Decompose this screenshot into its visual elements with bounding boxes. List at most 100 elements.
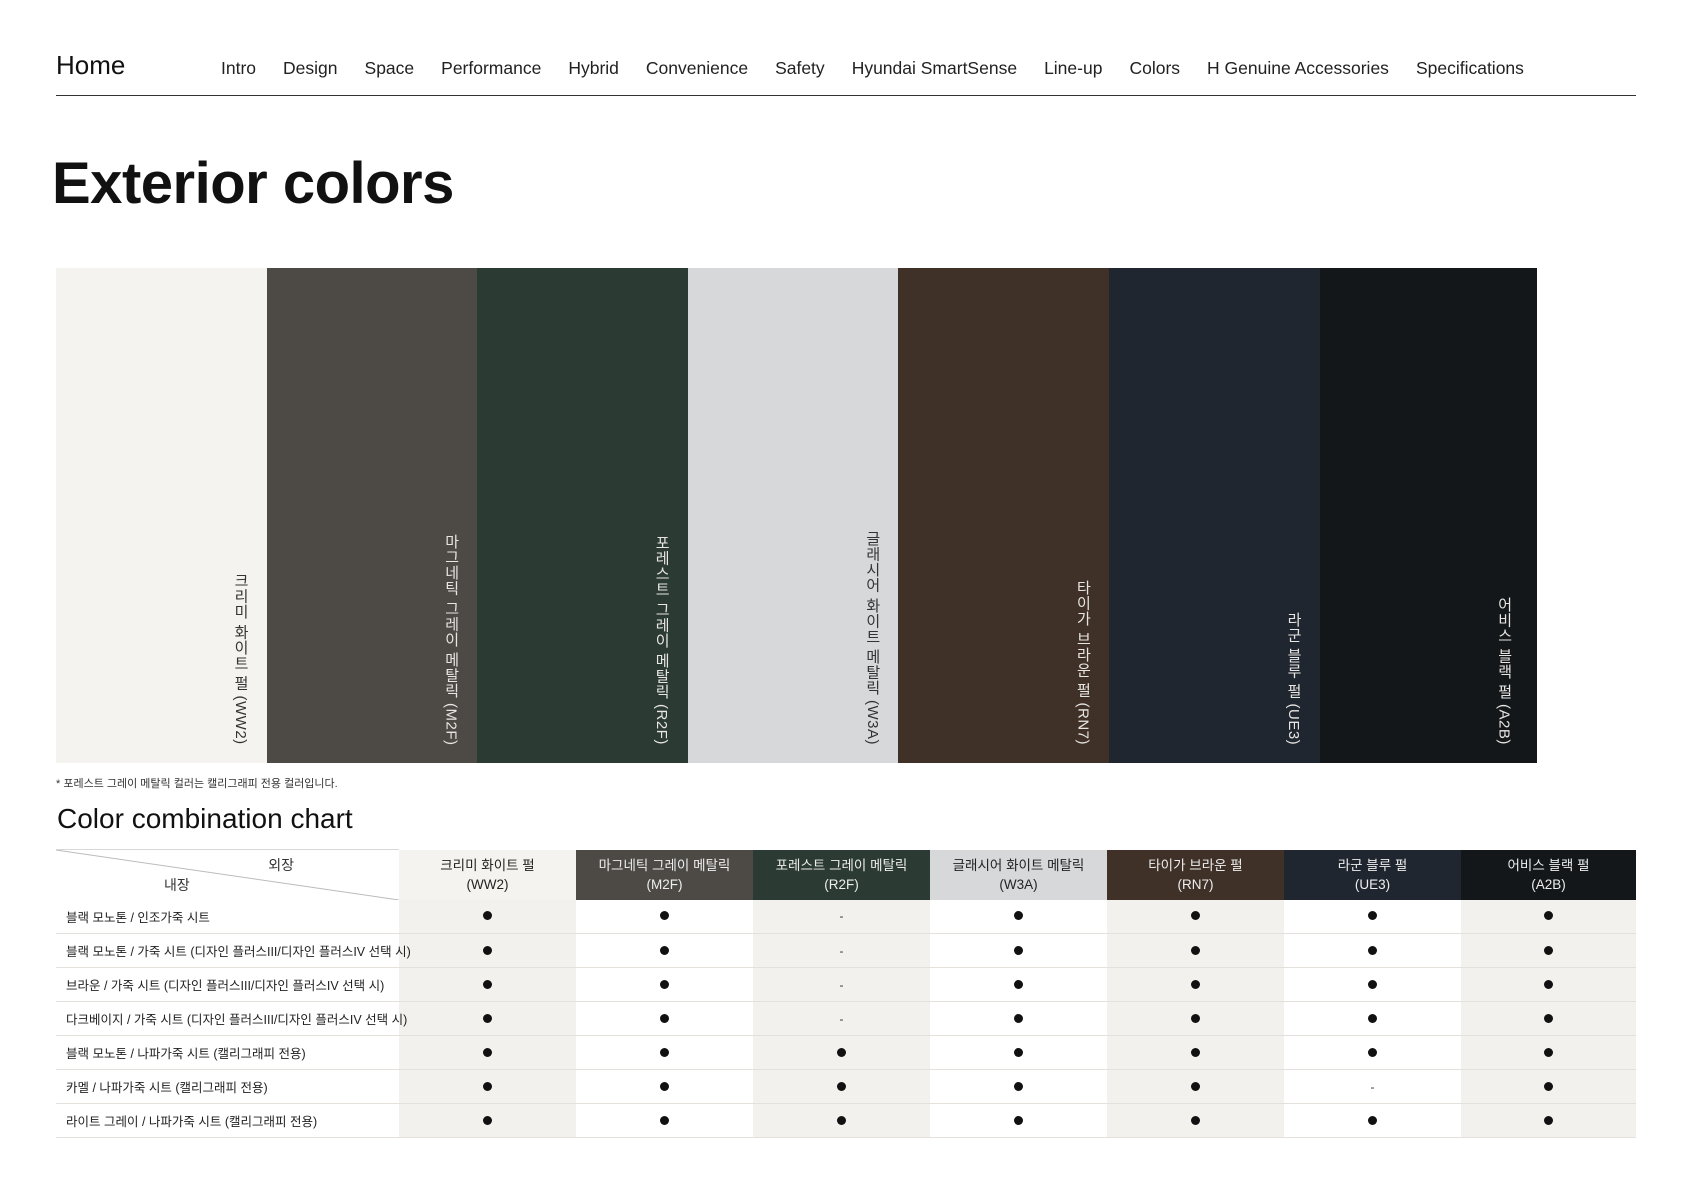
column-header: 타이가 브라운 펄 (RN7) [1107,849,1284,900]
unavailable-dash: - [839,909,844,924]
table-row: 라이트 그레이 / 나파가죽 시트 (캘리그래피 전용) [56,1103,1636,1138]
available-dot-icon [483,1047,492,1057]
available-dot-icon [1368,1047,1377,1057]
nav-item-h-genuine-accessories[interactable]: H Genuine Accessories [1207,58,1389,79]
available-dot-icon [1544,1115,1553,1125]
table-header-row: 외장 내장 크리미 화이트 펄 (WW2) 마그네틱 그레이 메탈릭 (M2F) 포레스… [56,849,1636,900]
nav-item-specifications[interactable]: Specifications [1416,58,1524,79]
table-row: 다크베이지 / 가죽 시트 (디자인 플러스III/디자인 플러스IV 선택 시… [56,1001,1636,1036]
nav-item-safety[interactable]: Safety [775,58,825,79]
available-dot-icon [1014,945,1023,955]
availability-cell [399,967,576,1002]
available-dot-icon [1368,911,1377,921]
column-header-code: (A2B) [1531,876,1566,892]
available-dot-icon [483,1013,492,1023]
unavailable-dash: - [1370,1079,1375,1094]
nav-item-design[interactable]: Design [283,58,337,79]
available-dot-icon [1368,1013,1377,1023]
availability-cell [399,1001,576,1036]
available-dot-icon [660,979,669,989]
available-dot-icon [1014,1081,1023,1091]
color-swatch-label: 글래시어 화이트 메탈릭 (W3A) [863,531,881,745]
availability-cell: - [753,967,930,1002]
available-dot-icon [483,945,492,955]
available-dot-icon [660,945,669,955]
nav-item-hybrid[interactable]: Hybrid [568,58,619,79]
available-dot-icon [660,1115,669,1125]
row-label: 블랙 모노톤 / 나파가죽 시트 (캘리그래피 전용) [56,1035,399,1070]
availability-cell [399,933,576,968]
column-header: 포레스트 그레이 메탈릭 (R2F) [753,849,930,900]
column-header-name: 라군 블루 펄 [1337,857,1408,873]
available-dot-icon [483,979,492,989]
available-dot-icon [1544,1047,1553,1057]
unavailable-dash: - [839,977,844,992]
available-dot-icon [1191,979,1200,989]
availability-cell [1284,899,1461,934]
color-swatch-label: 라군 블루 펄 (UE3) [1285,611,1302,745]
availability-cell [1107,967,1284,1002]
table-row: 카멜 / 나파가죽 시트 (캘리그래피 전용) - [56,1069,1636,1104]
column-header-name: 어비스 블랙 펄 [1507,857,1590,873]
nav-item-space[interactable]: Space [365,58,415,79]
availability-cell [930,1103,1107,1138]
nav-item-line-up[interactable]: Line-up [1044,58,1102,79]
nav-item-hyundai-smartsense[interactable]: Hyundai SmartSense [852,58,1017,79]
unavailable-dash: - [839,1011,844,1026]
color-swatch-label: 포레스트 그레이 메탈릭 (R2F) [653,535,671,745]
table-body: 블랙 모노톤 / 인조가죽 시트 - 블랙 모노톤 / 가죽 시트 (디자인 플러스… [56,899,1636,1138]
home-link[interactable]: Home [56,50,125,81]
color-swatch: 크리미 화이트 펄 (WW2) [56,268,273,763]
nav-item-intro[interactable]: Intro [221,58,256,79]
available-dot-icon [1191,1115,1200,1125]
available-dot-icon [837,1081,846,1091]
page-title: Exterior colors [52,151,454,216]
available-dot-icon [1191,945,1200,955]
availability-cell [576,967,753,1002]
availability-cell [399,1103,576,1138]
availability-cell [753,1103,930,1138]
available-dot-icon [1191,1013,1200,1023]
table-row: 브라운 / 가죽 시트 (디자인 플러스III/디자인 플러스IV 선택 시) - [56,967,1636,1002]
available-dot-icon [1014,911,1023,921]
unavailable-dash: - [839,943,844,958]
column-header-code: (WW2) [466,876,509,892]
availability-cell [1107,1035,1284,1070]
availability-cell [576,899,753,934]
available-dot-icon [1191,1081,1200,1091]
column-header: 크리미 화이트 펄 (WW2) [399,849,576,900]
color-swatch: 포레스트 그레이 메탈릭 (R2F) [477,268,695,763]
availability-cell [1461,933,1636,968]
column-header-code: (W3A) [999,876,1038,892]
availability-cell [576,1069,753,1104]
column-header-name: 마그네틱 그레이 메탈릭 [598,857,731,873]
availability-cell [1284,1035,1461,1070]
nav-item-colors[interactable]: Colors [1129,58,1180,79]
available-dot-icon [660,911,669,921]
chart-title: Color combination chart [57,803,353,834]
availability-cell [576,1035,753,1070]
available-dot-icon [1014,1013,1023,1023]
availability-cell [1107,1001,1284,1036]
row-label: 다크베이지 / 가죽 시트 (디자인 플러스III/디자인 플러스IV 선택 시… [56,1001,407,1036]
color-swatch-label: 크리미 화이트 펄 (WW2) [232,573,249,745]
availability-cell [399,1069,576,1104]
availability-cell [1461,1069,1636,1104]
color-swatch: 라군 블루 펄 (UE3) [1109,268,1326,763]
column-header-name: 크리미 화이트 펄 [440,857,535,873]
availability-cell [1107,1103,1284,1138]
column-header: 어비스 블랙 펄 (A2B) [1461,849,1636,900]
availability-cell [1107,899,1284,934]
color-combination-table: 외장 내장 크리미 화이트 펄 (WW2) 마그네틱 그레이 메탈릭 (M2F) 포레스… [56,849,1636,1138]
nav-item-performance[interactable]: Performance [441,58,541,79]
availability-cell: - [753,899,930,934]
available-dot-icon [660,1047,669,1057]
available-dot-icon [1014,979,1023,989]
availability-cell [1284,933,1461,968]
availability-cell [576,933,753,968]
color-swatch: 글래시어 화이트 메탈릭 (W3A) [687,268,905,763]
available-dot-icon [837,1115,846,1125]
column-header-code: (M2F) [646,876,683,892]
nav-item-convenience[interactable]: Convenience [646,58,748,79]
availability-cell [1461,899,1636,934]
